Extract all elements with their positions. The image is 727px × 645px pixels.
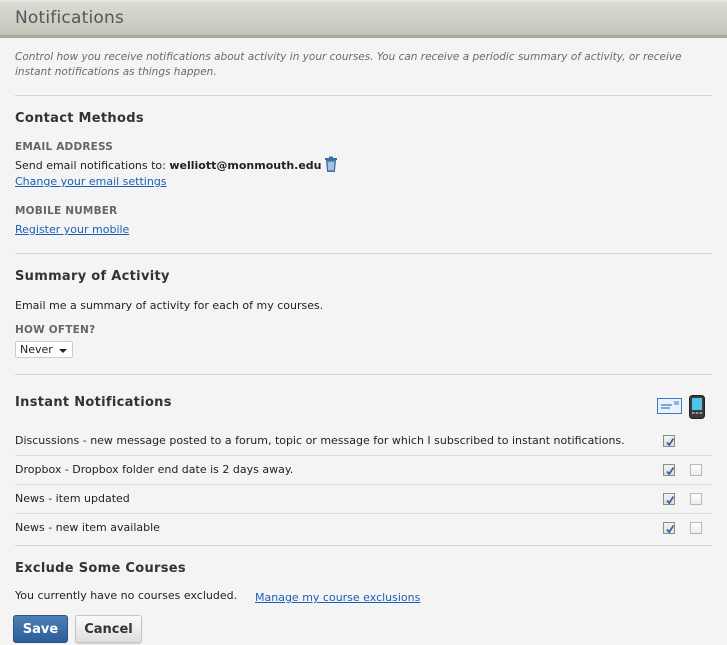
notification-text: News - new item available	[15, 521, 160, 534]
exclusion-status: You currently have no courses excluded.	[15, 589, 238, 602]
mobile-number-label: MOBILE NUMBER	[15, 205, 118, 217]
email-prefix: Send email notifications to:	[15, 159, 166, 172]
divider	[15, 374, 712, 375]
summary-description: Email me a summary of activity for each …	[15, 299, 324, 312]
notification-row: News - new item available	[15, 514, 712, 546]
register-mobile-link[interactable]: Register your mobile	[15, 223, 129, 236]
save-button[interactable]: Save	[13, 615, 68, 643]
divider	[15, 95, 712, 96]
notification-row: Dropbox - Dropbox folder end date is 2 d…	[15, 456, 712, 485]
mobile-phone-icon	[689, 395, 705, 422]
email-checkbox[interactable]	[663, 522, 675, 534]
email-checkbox[interactable]	[663, 435, 675, 447]
exclude-courses-heading: Exclude Some Courses	[15, 561, 186, 576]
envelope-icon	[657, 398, 682, 417]
row-divider	[15, 545, 712, 546]
email-checkbox[interactable]	[663, 464, 675, 476]
divider	[15, 253, 712, 254]
mobile-checkbox[interactable]	[690, 522, 702, 534]
notification-text: Discussions - new message posted to a fo…	[15, 434, 625, 447]
mobile-checkbox[interactable]	[690, 493, 702, 505]
page-title: Notifications	[15, 8, 124, 28]
cancel-button[interactable]: Cancel	[75, 615, 142, 643]
notification-text: Dropbox - Dropbox folder end date is 2 d…	[15, 463, 294, 476]
how-often-value: Never	[20, 343, 53, 356]
how-often-label: HOW OFTEN?	[15, 324, 96, 336]
notification-text: News - item updated	[15, 492, 130, 505]
page-header: Notifications	[0, 0, 727, 38]
chevron-down-icon	[59, 349, 67, 353]
how-often-select[interactable]: Never	[15, 341, 73, 358]
manage-course-exclusions-link[interactable]: Manage my course exclusions	[255, 591, 420, 604]
email-checkbox[interactable]	[663, 493, 675, 505]
notification-row: Discussions - new message posted to a fo…	[15, 427, 712, 456]
summary-heading: Summary of Activity	[15, 269, 170, 284]
email-value: welliott@monmouth.edu	[169, 159, 322, 172]
email-line: Send email notifications to: welliott@mo…	[15, 156, 338, 172]
notification-row: News - item updated	[15, 485, 712, 514]
intro-text: Control how you receive notifications ab…	[15, 51, 682, 78]
contact-methods-heading: Contact Methods	[15, 111, 144, 126]
mobile-checkbox[interactable]	[690, 464, 702, 476]
email-address-label: EMAIL ADDRESS	[15, 141, 114, 153]
change-email-settings-link[interactable]: Change your email settings	[15, 175, 167, 188]
trash-icon[interactable]	[324, 156, 338, 172]
instant-notifications-heading: Instant Notifications	[15, 395, 172, 410]
